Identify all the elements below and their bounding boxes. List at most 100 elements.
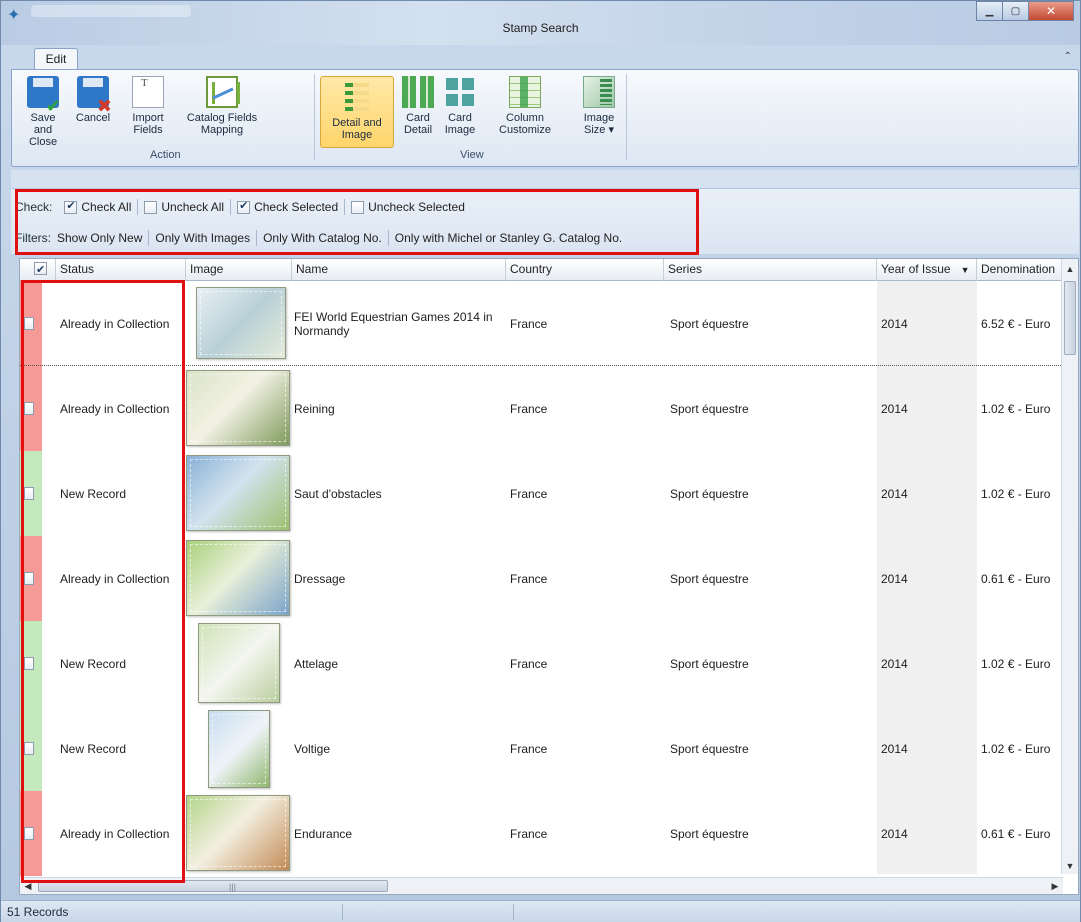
country: France (510, 571, 548, 586)
header-country[interactable]: Country (506, 259, 664, 281)
year-of-issue: 2014 (881, 656, 908, 671)
grip-icon: ||| (229, 882, 237, 892)
table-row[interactable]: Already in Collection FEI World Equestria… (20, 281, 1063, 366)
check-all-button[interactable]: Check All (58, 197, 137, 217)
title-bar[interactable]: ✦ Stamp Search ▁ ▢ ✕ ⌃ (1, 1, 1080, 62)
stamp-thumbnail[interactable] (186, 455, 290, 531)
detail-and-image-button[interactable]: Detail and Image (320, 76, 394, 148)
stamp-thumbnail[interactable] (186, 370, 290, 446)
check-label: Check: (15, 200, 53, 214)
image-size-icon (583, 76, 615, 108)
country: France (510, 826, 548, 841)
row-checkbox[interactable] (24, 621, 38, 706)
table-row[interactable]: New Record Saut d'obstacles France Sport éq… (20, 451, 1063, 536)
column-customize-icon (509, 76, 541, 108)
card-image-button[interactable]: Card Image (442, 76, 478, 148)
stamp-thumbnail[interactable] (198, 623, 280, 703)
row-checkbox[interactable] (24, 536, 38, 621)
vertical-scrollbar[interactable]: ▲ ▼ (1061, 259, 1078, 874)
horizontal-scrollbar[interactable]: ◀ ||| ▶ (20, 877, 1063, 894)
header-select-all-checkbox[interactable] (20, 259, 56, 281)
year-of-issue: 2014 (881, 401, 908, 416)
group-separator (314, 74, 315, 160)
stamp-search-window: ✦ Stamp Search ▁ ▢ ✕ ⌃ Edit Save and Clo… (0, 0, 1081, 922)
stamp-thumbnail[interactable] (186, 795, 290, 871)
header-name[interactable]: Name (292, 259, 506, 281)
filter-bar: Filters: Show Only New Only With Images … (15, 226, 628, 250)
tab-edit[interactable]: Edit (34, 48, 78, 70)
minimize-icon[interactable]: ▁ (976, 1, 1003, 21)
stamp-thumbnail[interactable] (208, 710, 270, 788)
status-text: Already in Collection (60, 826, 170, 841)
table-row[interactable]: New Record Attelage France Sport équestre 20… (20, 621, 1063, 706)
row-checkbox[interactable] (24, 791, 38, 876)
stamp-name: Saut d'obstacles (294, 486, 382, 501)
year-of-issue: 2014 (881, 741, 908, 756)
card-detail-button[interactable]: Card Detail (400, 76, 436, 148)
sort-descending-icon: ▼ (960, 265, 970, 275)
series: Sport équestre (670, 571, 749, 586)
row-checkbox[interactable] (24, 451, 38, 536)
header-image[interactable]: Image (186, 259, 292, 281)
filter-only-with-catalog-no[interactable]: Only With Catalog No. (257, 228, 388, 248)
ribbon-spacer (11, 170, 1079, 188)
uncheck-all-button[interactable]: Uncheck All (138, 197, 230, 217)
cancel-button[interactable]: Cancel (72, 76, 114, 148)
denomination: 1.02 € - Euro (981, 401, 1051, 416)
vertical-scroll-thumb[interactable] (1064, 281, 1076, 355)
stamp-thumbnail[interactable] (186, 540, 290, 616)
country: France (510, 316, 548, 331)
status-text: Already in Collection (60, 316, 170, 331)
row-checkbox[interactable] (24, 281, 38, 366)
check-selected-button[interactable]: Check Selected (231, 197, 344, 217)
table-row[interactable]: New Record Voltige France Sport équestre 201… (20, 706, 1063, 791)
table-row[interactable]: Already in Collection Reining France Sport … (20, 366, 1063, 451)
status-text: Already in Collection (60, 401, 170, 416)
series: Sport équestre (670, 656, 749, 671)
close-icon[interactable]: ✕ (1028, 1, 1074, 21)
checkbox-icon (24, 657, 34, 670)
checkbox-icon (144, 200, 158, 214)
ribbon-collapse-icon[interactable]: ⌃ (1064, 51, 1072, 62)
catalog-fields-mapping-button[interactable]: Catalog Fields Mapping (180, 76, 264, 148)
window-title: Stamp Search (502, 21, 579, 35)
status-text: New Record (60, 741, 127, 756)
header-year-of-issue[interactable]: Year of Issue ▼ (877, 259, 977, 281)
scroll-left-icon[interactable]: ◀ (20, 878, 36, 894)
row-checkbox[interactable] (24, 706, 38, 791)
scroll-right-icon[interactable]: ▶ (1047, 878, 1063, 894)
scroll-up-icon[interactable]: ▲ (1062, 261, 1078, 277)
status-separator (342, 904, 343, 920)
filter-only-with-images[interactable]: Only With Images (149, 228, 256, 248)
uncheck-selected-button[interactable]: Uncheck Selected (345, 197, 471, 217)
status-text: Already in Collection (60, 571, 170, 586)
stamp-thumbnail[interactable] (196, 287, 286, 359)
table-row[interactable]: Already in Collection Endurance France Spor… (20, 791, 1063, 876)
maximize-icon[interactable]: ▢ (1002, 1, 1029, 21)
row-checkbox[interactable] (24, 366, 38, 451)
save-icon (27, 76, 61, 112)
filter-only-michel-stanley[interactable]: Only with Michel or Stanley G. Catalog N… (389, 228, 628, 248)
header-series[interactable]: Series (664, 259, 877, 281)
detail-and-image-icon (341, 81, 373, 113)
country: France (510, 486, 548, 501)
stamp-name: Voltige (294, 741, 331, 756)
country: France (510, 741, 548, 756)
checkbox-icon (34, 260, 47, 281)
horizontal-scroll-thumb[interactable]: ||| (38, 880, 388, 892)
scroll-down-icon[interactable]: ▼ (1062, 858, 1078, 874)
import-fields-button[interactable]: Import Fields (124, 76, 172, 148)
year-of-issue: 2014 (881, 826, 908, 841)
table-row[interactable]: Already in Collection Dressage France Sport… (20, 536, 1063, 621)
header-status[interactable]: Status (56, 259, 186, 281)
stamp-name: Reining (294, 401, 335, 416)
checkbox-icon (24, 317, 34, 330)
filter-show-only-new[interactable]: Show Only New (57, 228, 148, 248)
denomination: 1.02 € - Euro (981, 741, 1051, 756)
status-separator (513, 904, 514, 920)
header-denomination[interactable]: Denomination (977, 259, 1063, 281)
column-customize-button[interactable]: Column Customize (494, 76, 556, 148)
image-size-dropdown[interactable]: Image Size ▾ (576, 76, 622, 148)
window-controls: ▁ ▢ ✕ (976, 1, 1074, 21)
save-and-close-button[interactable]: Save and Close (20, 76, 66, 148)
